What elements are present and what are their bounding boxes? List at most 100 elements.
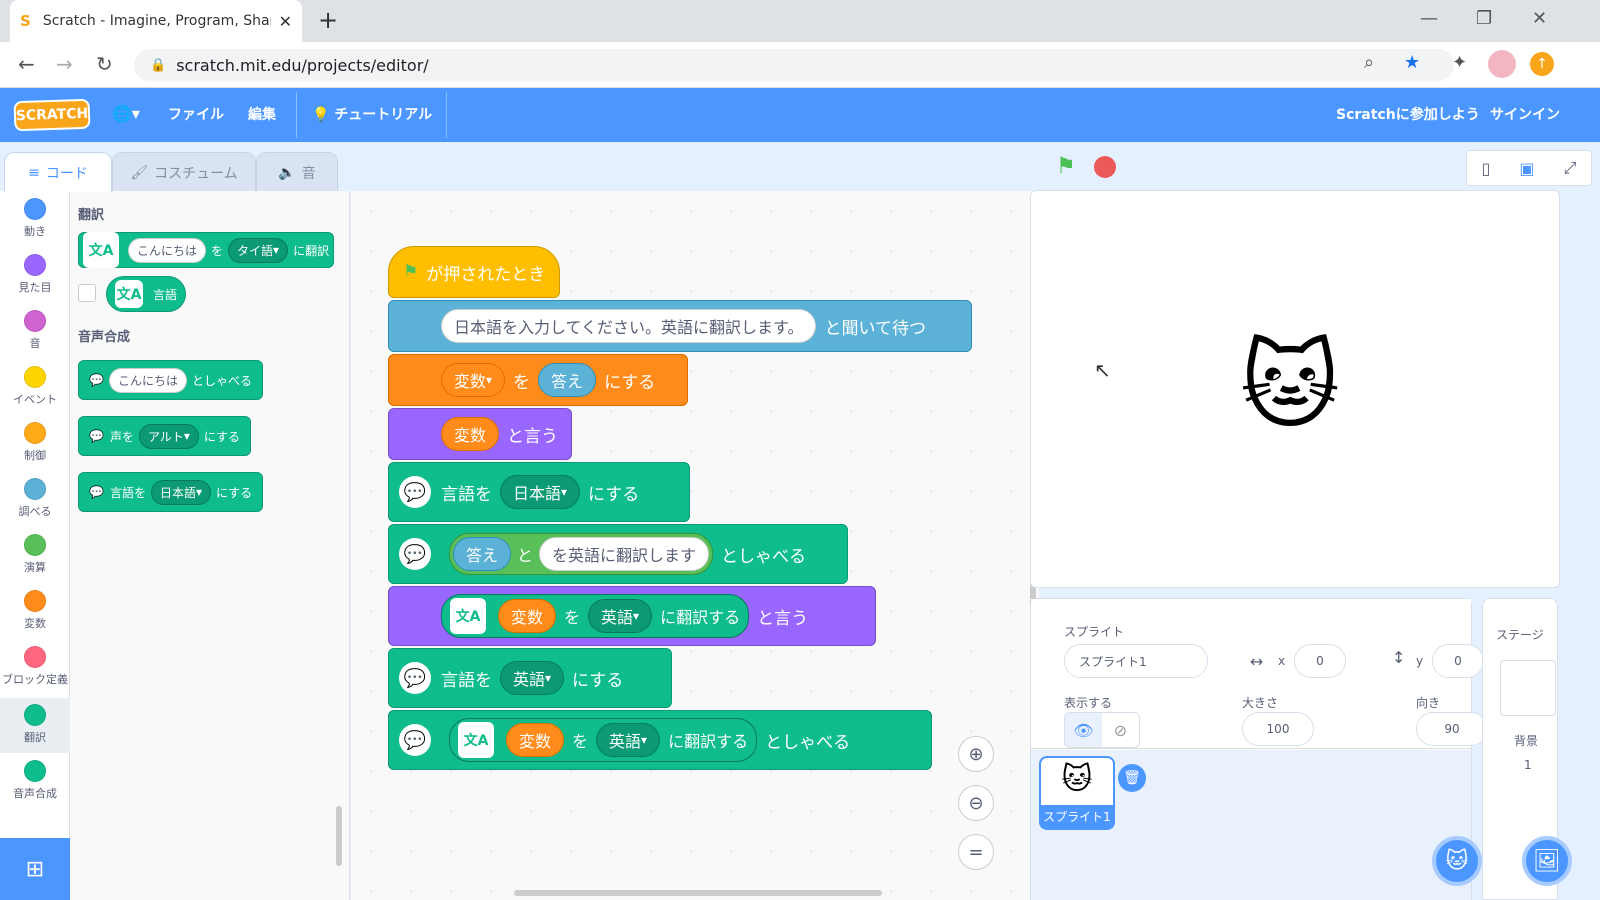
minimize-button[interactable]: —	[1420, 8, 1438, 29]
variable-reporter[interactable]: 変数	[498, 599, 557, 633]
category-9[interactable]: 翻訳	[0, 704, 70, 745]
scratch-logo[interactable]: SCRATCH	[13, 98, 91, 132]
language-dropdown[interactable]: 日本語	[150, 479, 212, 505]
file-menu[interactable]: ファイル	[168, 104, 224, 124]
tab-close-icon[interactable]: ✕	[279, 12, 292, 31]
new-tab-button[interactable]: +	[318, 6, 338, 34]
add-backdrop-button[interactable]: 🖼	[1522, 836, 1572, 886]
profile-avatar[interactable]	[1488, 50, 1516, 78]
update-icon[interactable]: ↑	[1530, 52, 1554, 76]
voice-dropdown[interactable]: アルト	[138, 423, 199, 449]
palette-speak-block[interactable]: 💬 こんにちは としゃべる	[78, 360, 263, 400]
category-2[interactable]: 音	[0, 310, 70, 351]
category-3[interactable]: イベント	[0, 366, 70, 407]
add-extension-icon: ⊞	[25, 856, 45, 882]
say-translate-block[interactable]: 文A 変数 を 英語 に翻訳する と言う	[388, 586, 876, 646]
set-language-english-block[interactable]: 💬 言語を 英語 にする	[388, 648, 672, 708]
address-bar[interactable]: 🔒 scratch.mit.edu/projects/editor/	[134, 49, 1454, 81]
y-input[interactable]: 0	[1432, 644, 1484, 678]
tab-code[interactable]: ≡ コード	[4, 152, 112, 192]
size-input[interactable]: 100	[1242, 712, 1314, 746]
category-6[interactable]: 演算	[0, 534, 70, 575]
language-dropdown[interactable]: タイ語	[228, 237, 289, 263]
zoom-in-button[interactable]: ⊕	[958, 736, 994, 772]
category-1[interactable]: 見た目	[0, 254, 70, 295]
size-label: 大きさ	[1242, 696, 1279, 710]
edit-menu[interactable]: 編集	[248, 104, 276, 124]
scratch-cat-sprite[interactable]: 🐱	[1240, 330, 1340, 442]
forward-icon[interactable]: →	[56, 52, 73, 76]
set-variable-block[interactable]: 変数 を 答え にする	[388, 354, 688, 406]
ask-input[interactable]: 日本語を入力してください。英語に翻訳します。	[441, 309, 817, 343]
palette-language-block[interactable]: 💬 言語を 日本語 にする	[78, 472, 264, 512]
green-flag-button[interactable]: ⚑	[1056, 154, 1076, 179]
ask-and-wait-block[interactable]: 日本語を入力してください。英語に翻訳します。 と聞いて待つ	[388, 300, 972, 352]
language-menu-icon[interactable]: 🌐▾	[112, 104, 140, 123]
category-5[interactable]: 調べる	[0, 478, 70, 519]
variable-reporter[interactable]: 変数	[506, 723, 565, 757]
translate-reporter[interactable]: 文A 変数 を 英語 に翻訳する	[449, 718, 758, 762]
window-close-button[interactable]: ✕	[1532, 8, 1547, 29]
restore-button[interactable]: ❐	[1476, 8, 1492, 29]
block-text: を	[572, 732, 589, 751]
join-input[interactable]: を英語に翻訳します	[539, 537, 710, 571]
palette-translate-block[interactable]: 文A こんにちは を タイ語 に翻訳	[78, 232, 335, 268]
translate-reporter[interactable]: 文A 変数 を 英語 に翻訳する	[441, 594, 750, 638]
answer-reporter[interactable]: 答え	[538, 363, 597, 397]
browser-tab[interactable]: S Scratch - Imagine, Program, Share ✕	[10, 0, 302, 42]
variable-reporter[interactable]: 変数	[441, 417, 500, 451]
category-10[interactable]: 音声合成	[0, 760, 70, 801]
x-input[interactable]: 0	[1294, 644, 1346, 678]
tab-sound[interactable]: 🔈 音	[256, 152, 338, 192]
palette-scrollbar[interactable]	[336, 806, 342, 866]
speak-translate-block[interactable]: 💬 文A 変数 を 英語 に翻訳する としゃべる	[388, 710, 932, 770]
language-dropdown[interactable]: 英語	[596, 723, 661, 757]
bookmark-star-icon[interactable]: ★	[1404, 52, 1420, 73]
category-0[interactable]: 動き	[0, 198, 70, 239]
eye-hidden-icon[interactable]: ⊘	[1102, 713, 1139, 747]
speak-join-block[interactable]: 💬 答え と を英語に翻訳します としゃべる	[388, 524, 848, 584]
sprite-name-input[interactable]: スプライト1	[1064, 644, 1208, 678]
language-dropdown[interactable]: 日本語	[500, 475, 581, 509]
palette-voice-block[interactable]: 💬 声を アルト にする	[78, 416, 252, 456]
delete-sprite-icon[interactable]: 🗑	[1118, 764, 1146, 792]
stop-button[interactable]	[1094, 156, 1116, 178]
add-extension-button[interactable]: ⊞	[0, 838, 70, 900]
category-4[interactable]: 制御	[0, 422, 70, 463]
when-flag-clicked-block[interactable]: ⚑ が押されたとき	[388, 246, 561, 298]
zoom-out-button[interactable]: ⊖	[958, 785, 994, 821]
add-sprite-button[interactable]: 🐱	[1432, 836, 1482, 886]
variable-dropdown[interactable]: 変数	[441, 363, 506, 397]
category-7[interactable]: 変数	[0, 590, 70, 631]
reload-icon[interactable]: ↻	[96, 52, 113, 76]
small-stage-icon[interactable]: ▯	[1482, 159, 1491, 178]
language-checkbox[interactable]	[78, 284, 96, 302]
join-scratch-link[interactable]: Scratchに参加しよう	[1336, 104, 1480, 124]
eye-icon[interactable]: 👁	[1065, 713, 1102, 747]
block-text: に翻訳	[293, 243, 330, 258]
fullscreen-icon[interactable]: ⤢	[1564, 158, 1577, 178]
palette-language-reporter[interactable]: 文A 言語	[106, 276, 187, 312]
join-reporter[interactable]: 答え と を英語に翻訳します	[449, 533, 714, 575]
signin-link[interactable]: サインイン	[1490, 104, 1560, 124]
extensions-icon[interactable]: ✦	[1452, 52, 1467, 73]
tab-costume[interactable]: 🖌 コスチューム	[112, 152, 256, 192]
zoom-icon[interactable]: ⌕	[1364, 52, 1374, 73]
language-dropdown[interactable]: 英語	[588, 599, 653, 633]
category-dot-icon	[24, 478, 46, 500]
translate-input[interactable]: こんにちは	[128, 237, 207, 263]
tutorial-menu[interactable]: 💡 チュートリアル	[312, 104, 432, 124]
category-8[interactable]: ブロック定義	[0, 646, 70, 687]
sprite-thumbnail[interactable]: 🐱 スプライト1	[1039, 756, 1115, 830]
language-dropdown[interactable]: 英語	[500, 661, 565, 695]
back-icon[interactable]: ←	[18, 52, 35, 76]
direction-input[interactable]: 90	[1416, 712, 1488, 746]
speak-input[interactable]: こんにちは	[108, 367, 187, 393]
answer-reporter[interactable]: 答え	[453, 537, 512, 571]
zoom-reset-button[interactable]: =	[958, 834, 994, 870]
set-language-japanese-block[interactable]: 💬 言語を 日本語 にする	[388, 462, 690, 522]
say-variable-block[interactable]: 変数 と言う	[388, 408, 572, 460]
workspace-hscrollbar[interactable]	[514, 890, 882, 896]
backdrop-thumbnail[interactable]	[1500, 660, 1556, 716]
normal-stage-icon[interactable]: ▣	[1519, 159, 1534, 178]
